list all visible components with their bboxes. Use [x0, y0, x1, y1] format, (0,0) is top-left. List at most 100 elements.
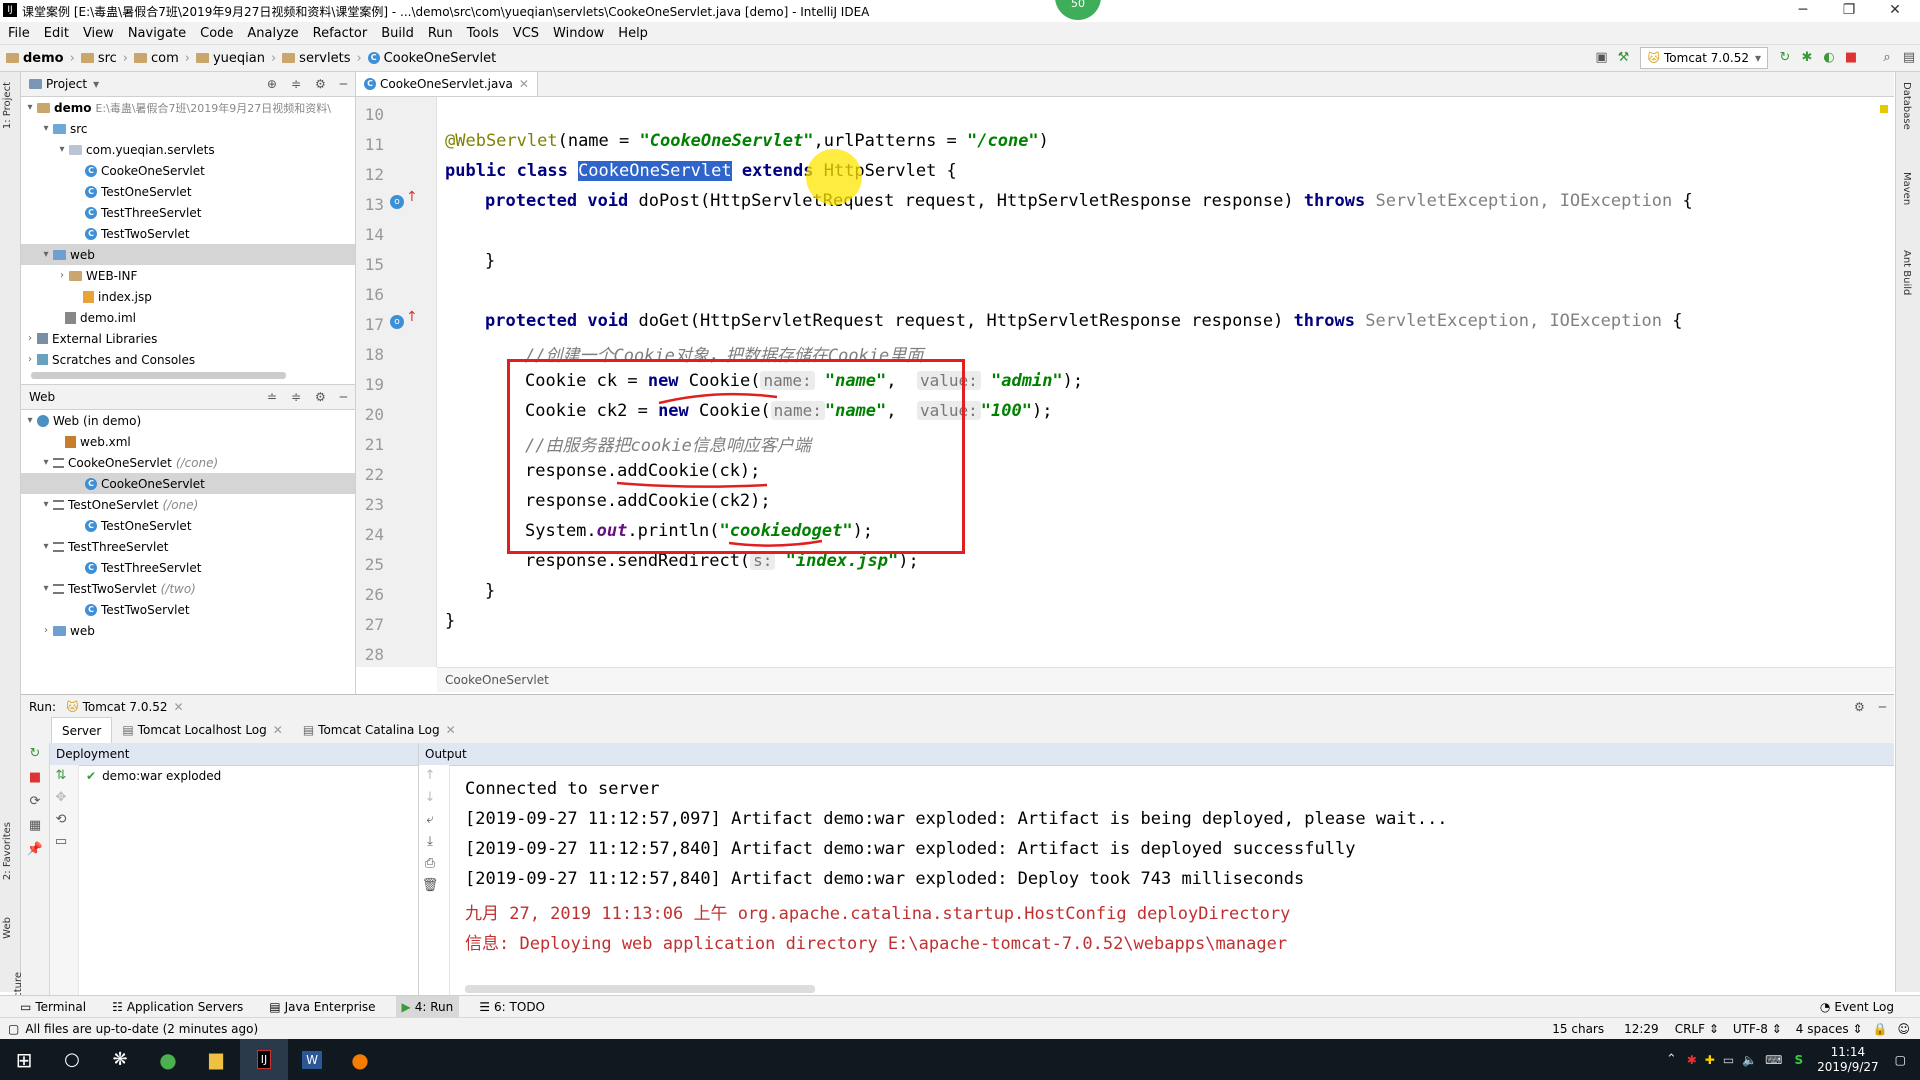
word-icon[interactable]: W	[288, 1039, 336, 1080]
windows-start-icon[interactable]: ⊞	[0, 1039, 48, 1080]
tree-item-web-inf[interactable]: › WEB-INF	[21, 265, 355, 286]
breadcrumb-servlets[interactable]: servlets ›	[282, 51, 362, 66]
favorites-tool-tab[interactable]: 2: Favorites	[2, 822, 13, 880]
web-tree-servlet[interactable]: ▾ TestThreeServlet	[21, 536, 355, 557]
notification-icon[interactable]: ▢	[1895, 1053, 1906, 1067]
ant-build-tool-tab[interactable]: Ant Build	[1901, 250, 1912, 295]
project-structure-icon[interactable]: ▣	[1590, 47, 1612, 69]
run-config-select[interactable]: 🐱 Tomcat 7.0.52 ▾	[1640, 47, 1768, 69]
tree-item-external-libraries[interactable]: › External Libraries	[21, 328, 355, 349]
presentation-icon[interactable]: ▤	[1898, 47, 1920, 69]
web-tree-webxml[interactable]: web.xml	[21, 431, 355, 452]
status-icon[interactable]: ▢	[8, 1022, 19, 1036]
close-icon[interactable]: ✕	[174, 700, 184, 714]
web-tree-class[interactable]: C TestOneServlet	[21, 515, 355, 536]
search-icon[interactable]: ⌕	[1876, 47, 1898, 69]
stop-icon[interactable]: ■	[24, 767, 46, 789]
input-method-icon[interactable]: S	[1794, 1053, 1803, 1067]
scroll-to-end-icon[interactable]: ⤓	[419, 831, 441, 853]
menu-code[interactable]: Code	[200, 26, 233, 41]
menu-navigate[interactable]: Navigate	[128, 26, 186, 41]
arrow-up-icon[interactable]: ↑	[406, 309, 418, 325]
volume-icon[interactable]: 🔈	[1742, 1053, 1757, 1067]
editor-tab[interactable]: C CookeOneServlet.java ✕	[356, 72, 538, 96]
web-tree-servlet[interactable]: ▾ TestTwoServlet (/two)	[21, 578, 355, 599]
menu-window[interactable]: Window	[553, 26, 604, 41]
hide-icon[interactable]: ─	[340, 77, 347, 91]
tab-localhost-log[interactable]: ▤ Tomcat Localhost Log ✕	[112, 717, 292, 743]
gear-icon[interactable]: ⚙	[315, 77, 326, 91]
status-encoding[interactable]: UTF-8	[1733, 1022, 1768, 1036]
coverage-icon[interactable]: ◐	[1818, 47, 1840, 69]
collapse-all-icon[interactable]: ≑	[291, 390, 301, 404]
tree-item-scratches[interactable]: › Scratches and Consoles	[21, 349, 355, 370]
print-icon[interactable]: ⎙	[419, 853, 441, 875]
hide-icon[interactable]: ─	[340, 390, 347, 404]
breadcrumb-demo[interactable]: demo ›	[6, 51, 75, 66]
collapse-all-icon[interactable]: ≑	[291, 77, 301, 91]
tab-terminal[interactable]: ▭ Terminal	[14, 996, 92, 1018]
tree-item-demo[interactable]: ▾ demo E:\毒蛊\暑假合7班\2019年9月27日视频和资料\	[21, 97, 355, 118]
tree-item-class[interactable]: C TestOneServlet	[21, 181, 355, 202]
app-icon[interactable]: ❋	[96, 1039, 144, 1080]
horizontal-scrollbar[interactable]	[465, 985, 815, 993]
menu-vcs[interactable]: VCS	[513, 26, 539, 41]
rerun-icon[interactable]: ↻	[1774, 47, 1796, 69]
tree-item-web[interactable]: ▾ web	[21, 244, 355, 265]
build-hammer-icon[interactable]: ⚒	[1612, 47, 1634, 69]
tree-item-package[interactable]: ▾ com.yueqian.servlets	[21, 139, 355, 160]
arrow-down-icon[interactable]: ↓	[419, 787, 441, 809]
deployment-item[interactable]: ✔ demo:war exploded	[86, 769, 221, 783]
horizontal-scrollbar[interactable]	[31, 372, 286, 379]
tab-run[interactable]: ▶ 4: Run	[395, 996, 460, 1018]
web-tree-class[interactable]: C TestTwoServlet	[21, 599, 355, 620]
close-button[interactable]: ✕	[1872, 0, 1918, 22]
web-tree-web[interactable]: › web	[21, 620, 355, 641]
status-indent[interactable]: 4 spaces	[1796, 1022, 1849, 1036]
intellij-taskbar-icon[interactable]: IJ	[240, 1039, 288, 1080]
tab-java-enterprise[interactable]: ▤ Java Enterprise	[263, 996, 381, 1018]
layout-icon[interactable]: ▦	[24, 815, 46, 837]
restore-button[interactable]: ❐	[1826, 0, 1872, 22]
menu-edit[interactable]: Edit	[44, 26, 69, 41]
menu-tools[interactable]: Tools	[467, 26, 499, 41]
tree-item-src[interactable]: ▾ src	[21, 118, 355, 139]
tree-item-class[interactable]: C TestTwoServlet	[21, 223, 355, 244]
breadcrumb-src[interactable]: src ›	[80, 51, 128, 66]
rerun-icon[interactable]: ↻	[24, 743, 46, 765]
tree-item-index-jsp[interactable]: index.jsp	[21, 286, 355, 307]
browser-icon[interactable]: ●	[144, 1039, 192, 1080]
web-tool-tab[interactable]: Web	[2, 917, 13, 939]
tab-server[interactable]: Server	[51, 716, 113, 744]
undeploy-icon[interactable]: ✥	[50, 787, 72, 809]
locate-icon[interactable]: ⊕	[267, 77, 277, 91]
pin-icon[interactable]: 📌	[24, 839, 46, 861]
tray-chevron-icon[interactable]: ⌃	[1666, 1052, 1677, 1067]
keyboard-icon[interactable]: ⌨	[1765, 1053, 1782, 1067]
override-marker-icon[interactable]: o	[390, 315, 404, 329]
minimize-button[interactable]: ─	[1780, 0, 1826, 22]
soft-wrap-icon[interactable]: ⤶	[419, 809, 441, 831]
refresh-icon[interactable]: ⟳	[24, 791, 46, 813]
close-icon[interactable]: ✕	[519, 77, 529, 91]
update-icon[interactable]: ⟲	[50, 809, 72, 831]
menu-analyze[interactable]: Analyze	[247, 26, 298, 41]
project-tool-tab[interactable]: 1: Project	[2, 82, 13, 129]
inspector-icon[interactable]: ☺	[1897, 1022, 1910, 1036]
tab-todo[interactable]: ☰ 6: TODO	[473, 996, 551, 1018]
database-tool-tab[interactable]: Database	[1901, 82, 1912, 130]
breadcrumb-com[interactable]: com ›	[134, 51, 190, 66]
gear-icon[interactable]: ⚙	[1854, 700, 1865, 714]
arrow-up-icon[interactable]: ↑	[406, 189, 418, 205]
lock-icon[interactable]: 🔒	[1873, 1022, 1888, 1036]
status-position[interactable]: 12:29	[1624, 1022, 1659, 1036]
breadcrumb-class[interactable]: C CookeOneServlet	[367, 51, 496, 66]
debug-icon[interactable]: ✱	[1796, 47, 1818, 69]
web-tree-servlet[interactable]: ▾ CookeOneServlet (/cone)	[21, 452, 355, 473]
hide-icon[interactable]: ─	[1879, 700, 1886, 714]
arrow-up-icon[interactable]: ↑	[419, 765, 441, 787]
gear-icon[interactable]: ⚙	[315, 390, 326, 404]
override-marker-icon[interactable]: o	[390, 195, 404, 209]
web-tree-servlet[interactable]: ▾ TestOneServlet (/one)	[21, 494, 355, 515]
web-tree-class[interactable]: C CookeOneServlet	[21, 473, 355, 494]
